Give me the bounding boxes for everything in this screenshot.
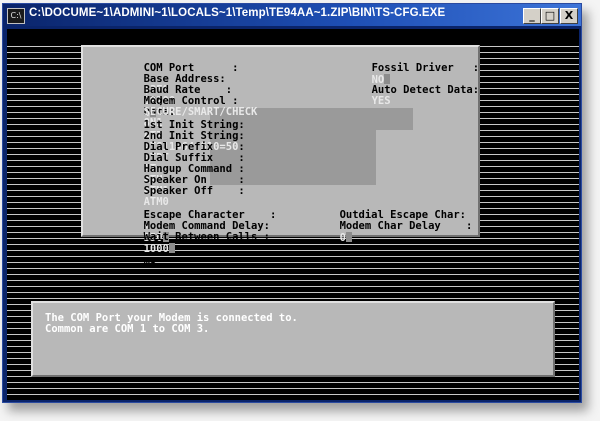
config-panel: COM Port : 3 Fossil Driver : NO Base Add…: [81, 45, 480, 266]
window-title: C:\DOCUME~1\ADMINI~1\LOCALS~1\Temp\TE94A…: [29, 7, 446, 19]
fossil-driver-label: Fossil Driver :: [371, 62, 480, 74]
help-panel: The COM Port your Modem is connected to.…: [31, 301, 555, 377]
console-app-icon[interactable]: C:\: [7, 8, 25, 24]
console-window: C:\ C:\DOCUME~1\ADMINI~1\LOCALS~1\Temp\T…: [2, 3, 582, 403]
minimize-button[interactable]: _: [523, 8, 541, 24]
console-top-border: [7, 29, 579, 41]
maximize-button[interactable]: □: [541, 8, 559, 24]
wait-unit-label: ms: [143, 254, 157, 266]
help-line-2: Common are COM 1 to COM 3.: [45, 323, 210, 335]
console-area: COM Port : 3 Fossil Driver : NO Base Add…: [7, 29, 579, 400]
text-cursor: [168, 243, 175, 253]
text-cursor: [345, 232, 352, 242]
title-bar[interactable]: C:\ C:\DOCUME~1\ADMINI~1\LOCALS~1\Temp\T…: [3, 4, 581, 26]
wait-between-calls-label: Wait Between Calls :: [143, 231, 271, 243]
char-delay-label: Modem Char Delay :: [339, 220, 473, 232]
auto-detect-field[interactable]: YES: [372, 95, 391, 107]
close-button[interactable]: X: [560, 8, 578, 24]
